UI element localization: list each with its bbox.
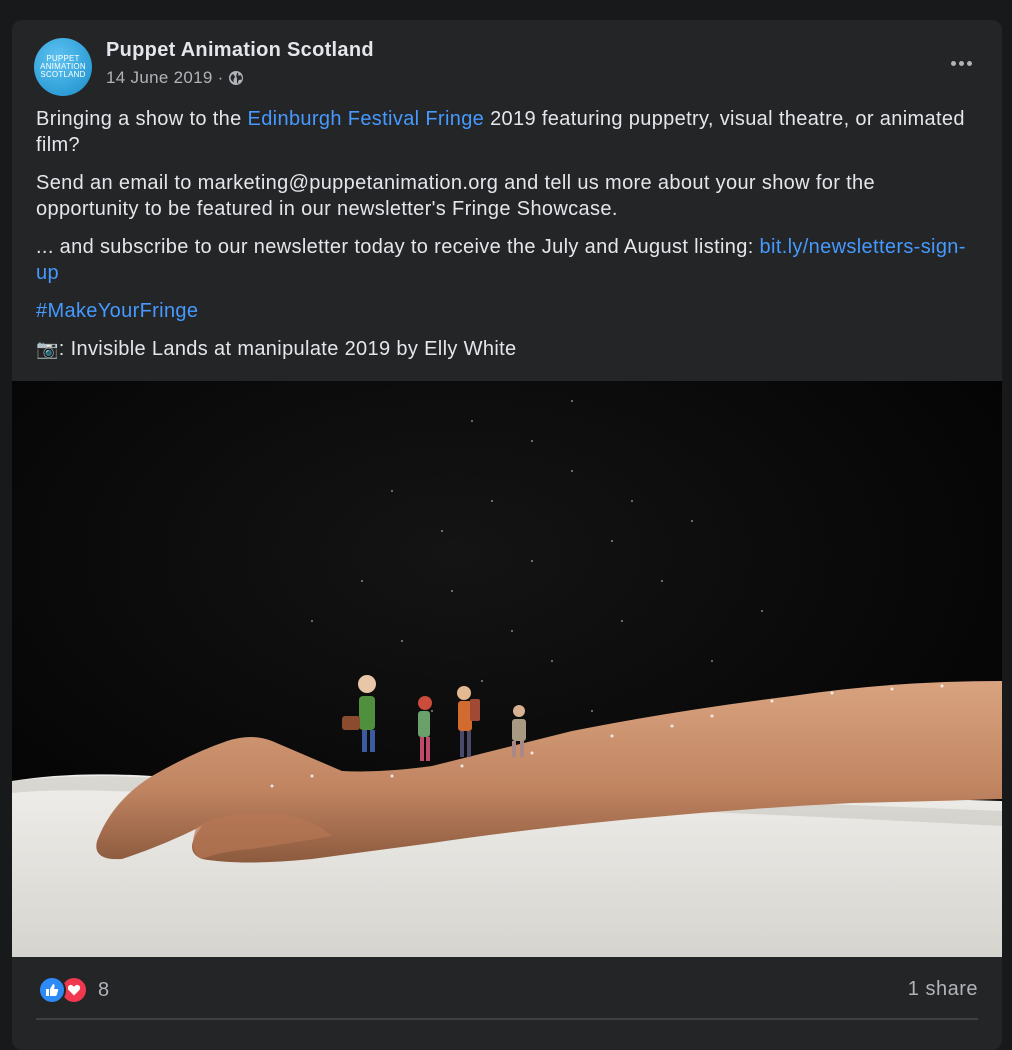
avatar-logo-text: PUPPET ANIMATION SCOTLAND bbox=[40, 54, 86, 79]
post-paragraph-2: Send an email to marketing@puppetanimati… bbox=[36, 172, 875, 220]
photo-credit: 📷: Invisible Lands at manipulate 2019 by… bbox=[36, 336, 976, 362]
footer-divider bbox=[36, 1018, 978, 1020]
reactions-summary[interactable]: 8 bbox=[38, 976, 110, 1004]
festival-link[interactable]: Edinburgh Festival Fringe bbox=[248, 108, 485, 130]
text-span: ... and subscribe to our newsletter toda… bbox=[36, 236, 760, 258]
post-paragraph-1: Bringing a show to the Edinburgh Festiva… bbox=[36, 106, 976, 158]
camera-icon: 📷 bbox=[36, 339, 59, 359]
hashtag-paragraph: #MakeYourFringe bbox=[36, 298, 976, 324]
post-paragraph-3: ... and subscribe to our newsletter toda… bbox=[36, 234, 976, 286]
like-icon bbox=[38, 976, 66, 1004]
caption-text: : Invisible Lands at manipulate 2019 by … bbox=[58, 338, 517, 360]
post-footer: 8 1 share bbox=[12, 960, 1002, 1020]
post-card: PUPPET ANIMATION SCOTLAND Puppet Animation… bbox=[12, 20, 1002, 1050]
post-header: PUPPET ANIMATION SCOTLAND Puppet Animation… bbox=[12, 20, 1002, 110]
post-meta: 14 June 2019 · bbox=[106, 68, 244, 88]
post-date[interactable]: 14 June 2019 bbox=[106, 68, 213, 88]
share-count[interactable]: 1 share bbox=[908, 978, 978, 1001]
hashtag-link[interactable]: #MakeYourFringe bbox=[36, 300, 198, 322]
globe-icon bbox=[228, 71, 243, 85]
reaction-count[interactable]: 8 bbox=[98, 979, 110, 1002]
post-photo[interactable] bbox=[12, 381, 1002, 957]
post-body: Bringing a show to the Edinburgh Festiva… bbox=[36, 106, 976, 374]
meta-separator: · bbox=[217, 68, 224, 87]
more-options-icon[interactable] bbox=[946, 48, 976, 78]
text-span: Bringing a show to the bbox=[36, 108, 248, 130]
avatar[interactable]: PUPPET ANIMATION SCOTLAND bbox=[34, 38, 92, 96]
page-name[interactable]: Puppet Animation Scotland bbox=[106, 39, 374, 62]
photo-image bbox=[12, 381, 1002, 957]
